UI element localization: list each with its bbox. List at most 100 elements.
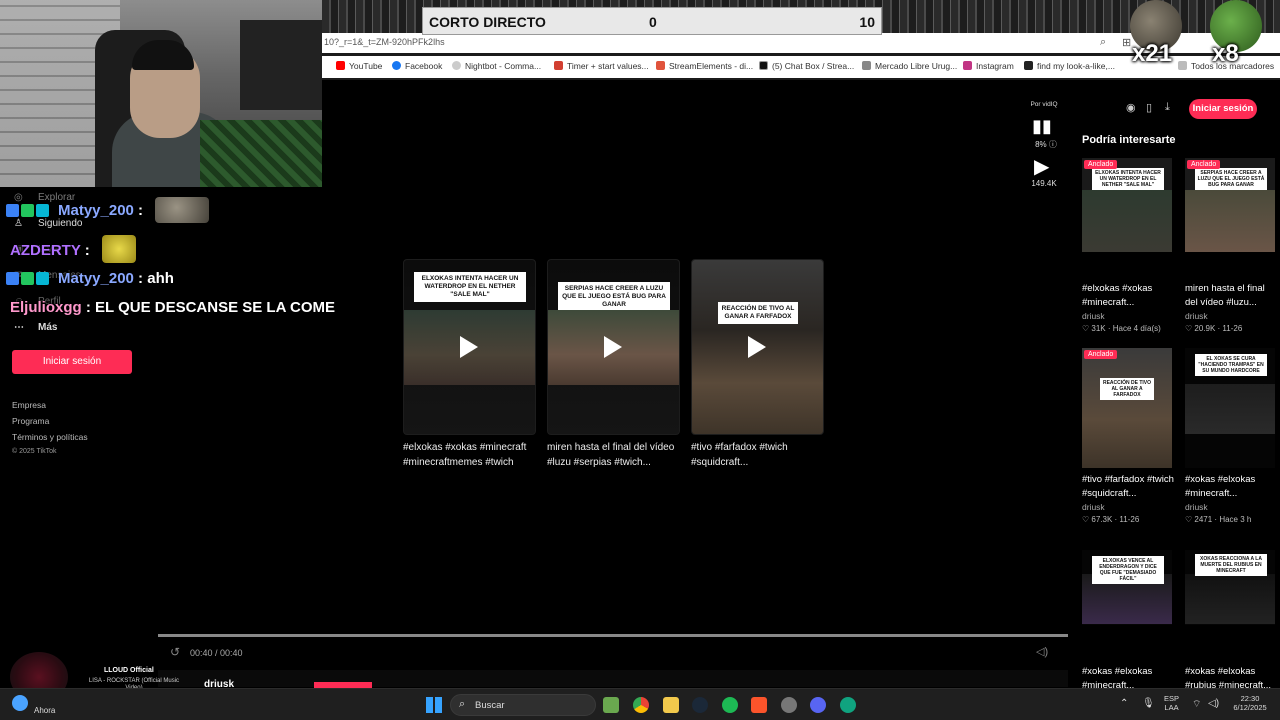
- thumb-banner: REACCIÓN DE TIVO AL GANAR A FARFADOX: [1100, 378, 1154, 400]
- suggested-title[interactable]: #elxokas #xokas #minecraft...: [1082, 282, 1174, 310]
- play-icon[interactable]: [604, 336, 622, 358]
- search-icon: ⌕: [459, 698, 466, 710]
- bookmark-mercadolibre[interactable]: Mercado Libre Urug...: [862, 61, 957, 71]
- weather-label[interactable]: Ahora: [34, 706, 55, 715]
- suggested-stats: ♡ 2471 · Hace 3 h: [1185, 515, 1252, 524]
- stats-bars-icon[interactable]: ▮▮: [1032, 116, 1052, 137]
- compass-icon[interactable]: ◉: [1126, 101, 1136, 114]
- view-count: 149.4K: [1031, 179, 1057, 188]
- spongebob-emote-icon: [101, 235, 136, 263]
- progress-bar[interactable]: [158, 634, 1068, 637]
- emote-count: x21: [1132, 40, 1173, 67]
- bookmark-facebook[interactable]: Facebook: [392, 61, 442, 71]
- start-button[interactable]: [426, 697, 442, 713]
- bookmark-lookalike[interactable]: find my look-a-like,...: [1024, 61, 1115, 71]
- suggested-video-thumb[interactable]: XOKAS REACCIONA A LA MUERTE DEL RUBIUS E…: [1185, 550, 1275, 625]
- instagram-icon: [963, 61, 972, 70]
- footer-terms[interactable]: Términos y políticas: [12, 432, 88, 442]
- suggested-title[interactable]: #tivo #farfadox #twich #squidcraft...: [1082, 473, 1174, 501]
- video-thumbnail: [1185, 574, 1275, 624]
- suggested-author[interactable]: driusk: [1082, 502, 1105, 512]
- percent-label: 8% ⓘ: [1035, 140, 1057, 149]
- heart-icon: ♡: [1185, 324, 1193, 333]
- bookmark-youtube[interactable]: YouTube: [336, 61, 382, 71]
- weather-icon[interactable]: [12, 695, 28, 711]
- phone-icon[interactable]: ▯: [1146, 101, 1152, 114]
- footer-program[interactable]: Programa: [12, 416, 49, 426]
- chat-message: AZDERTY :: [6, 235, 136, 263]
- language-indicator[interactable]: ESP LAA: [1164, 694, 1179, 712]
- video-card[interactable]: ELXOKAS INTENTA HACER UN WATERDROP EN EL…: [403, 259, 536, 435]
- suggested-video-thumb[interactable]: EL XOKAS SE CURA "HACIENDO TRAMPAS" EN S…: [1185, 348, 1275, 468]
- chatgpt-icon[interactable]: [840, 697, 856, 713]
- chevron-up-icon[interactable]: ⌃: [1120, 698, 1128, 709]
- settings-icon[interactable]: [781, 697, 797, 713]
- card-caption[interactable]: miren hasta el final del vídeo #luzu #se…: [547, 440, 687, 470]
- suggested-video-thumb[interactable]: SERPIAS HACE CREER A LUZU QUE EL JUEGO E…: [1185, 158, 1275, 252]
- play-count-icon: ▶: [1034, 156, 1050, 178]
- footer-company[interactable]: Empresa: [12, 400, 46, 410]
- bookmark-streamelements[interactable]: StreamElements - di...: [656, 61, 753, 71]
- suggested-author[interactable]: driusk: [1185, 311, 1208, 321]
- play-icon[interactable]: [460, 336, 478, 358]
- thumb-banner: ELXOKAS INTENTA HACER UN WATERDROP EN EL…: [1092, 168, 1164, 190]
- suggested-author[interactable]: driusk: [1082, 311, 1105, 321]
- thumb-banner: XOKAS REACCIONA A LA MUERTE DEL RUBIUS E…: [1195, 554, 1267, 576]
- score-right: 10: [859, 14, 875, 30]
- address-text[interactable]: 10?_r=1&_t=ZM-920hPFk2lhs: [324, 37, 445, 47]
- microphone-icon[interactable]: 🎙: [1142, 698, 1155, 709]
- volume-icon[interactable]: ◁): [1036, 645, 1048, 658]
- bookmark-timer[interactable]: Timer + start values...: [554, 61, 649, 71]
- clock[interactable]: 22:30 6/12/2025: [1228, 694, 1272, 712]
- youtube-icon: [336, 61, 345, 70]
- bookmark-nightbot[interactable]: Nightbot - Comma...: [452, 61, 541, 71]
- login-button[interactable]: Iniciar sesión: [12, 350, 132, 374]
- video-card[interactable]: SERPIAS HACE CREER A LUZU QUE EL JUEGO E…: [547, 259, 680, 435]
- suggested-stats: ♡ 31K · Hace 4 día(s): [1082, 324, 1161, 333]
- suggested-video-thumb[interactable]: REACCIÓN DE TIVO AL GANAR A FARFADOX Anc…: [1082, 348, 1172, 468]
- chatbox-icon: [759, 61, 768, 70]
- volume-tray-icon[interactable]: ◁): [1208, 698, 1219, 709]
- chat-text: :: [133, 202, 148, 219]
- file-explorer-icon[interactable]: [663, 697, 679, 713]
- chat-text: : EL QUE DESCANSE SE LA COME: [81, 299, 336, 316]
- discord-icon[interactable]: [810, 697, 826, 713]
- spotify-icon[interactable]: [722, 697, 738, 713]
- time-label: 00:40 / 00:40: [190, 648, 243, 658]
- chrome-icon[interactable]: [633, 697, 649, 713]
- nav-more[interactable]: ⋯ Más: [14, 322, 57, 333]
- wifi-icon[interactable]: ⌔: [1192, 698, 1201, 711]
- steam-icon[interactable]: [692, 697, 708, 713]
- zoom-icon[interactable]: ⌕: [1100, 36, 1106, 49]
- login-button-header[interactable]: Iniciar sesión: [1189, 99, 1257, 119]
- bookmark-instagram[interactable]: Instagram: [963, 61, 1014, 71]
- info-icon: ⓘ: [1048, 140, 1057, 149]
- music-artist: LLOUD Official: [104, 667, 154, 674]
- suggestions-title: Podría interesarte: [1082, 134, 1176, 146]
- taskbar-search[interactable]: ⌕ Buscar: [450, 694, 596, 716]
- brave-icon[interactable]: [751, 697, 767, 713]
- suggested-author[interactable]: driusk: [1185, 502, 1208, 512]
- monkey-emote-icon: [155, 197, 210, 223]
- pinned-badge: Anclado: [1084, 350, 1118, 359]
- minecraft-icon[interactable]: [603, 697, 619, 713]
- suggested-video-thumb[interactable]: ELXOKAS VENCE AL ENDERDRAGON Y DICE QUE …: [1082, 550, 1172, 625]
- vidiq-label: Por vidIQ: [1030, 101, 1058, 108]
- suggested-video-thumb[interactable]: ELXOKAS INTENTA HACER UN WATERDROP EN EL…: [1082, 158, 1172, 252]
- suggested-title[interactable]: #xokas #elxokas #minecraft...: [1185, 473, 1277, 501]
- suggested-title[interactable]: miren hasta el final del vídeo #luzu...: [1185, 282, 1277, 310]
- emote-count: x8: [1212, 40, 1239, 67]
- heart-icon: ♡: [1082, 324, 1090, 333]
- replay-icon[interactable]: ↺: [170, 645, 180, 659]
- bookmark-chatbox[interactable]: (5) Chat Box / Strea...: [759, 61, 854, 71]
- card-caption[interactable]: #tivo #farfadox #twich #squidcraft...: [691, 440, 831, 470]
- progress-fill: [158, 634, 1068, 637]
- video-card[interactable]: REACCIÓN DE TIVO AL GANAR A FARFADOX: [691, 259, 824, 435]
- download-icon[interactable]: ⤓: [1165, 101, 1170, 114]
- play-icon[interactable]: [748, 336, 766, 358]
- emote-counter-1: x21: [1124, 0, 1190, 67]
- pinned-badge: Anclado: [1187, 160, 1221, 169]
- chat-username: Matyy_200: [58, 202, 134, 219]
- timer-icon: [554, 61, 563, 70]
- card-caption[interactable]: #elxokas #xokas #minecraft #minecraftmem…: [403, 440, 543, 470]
